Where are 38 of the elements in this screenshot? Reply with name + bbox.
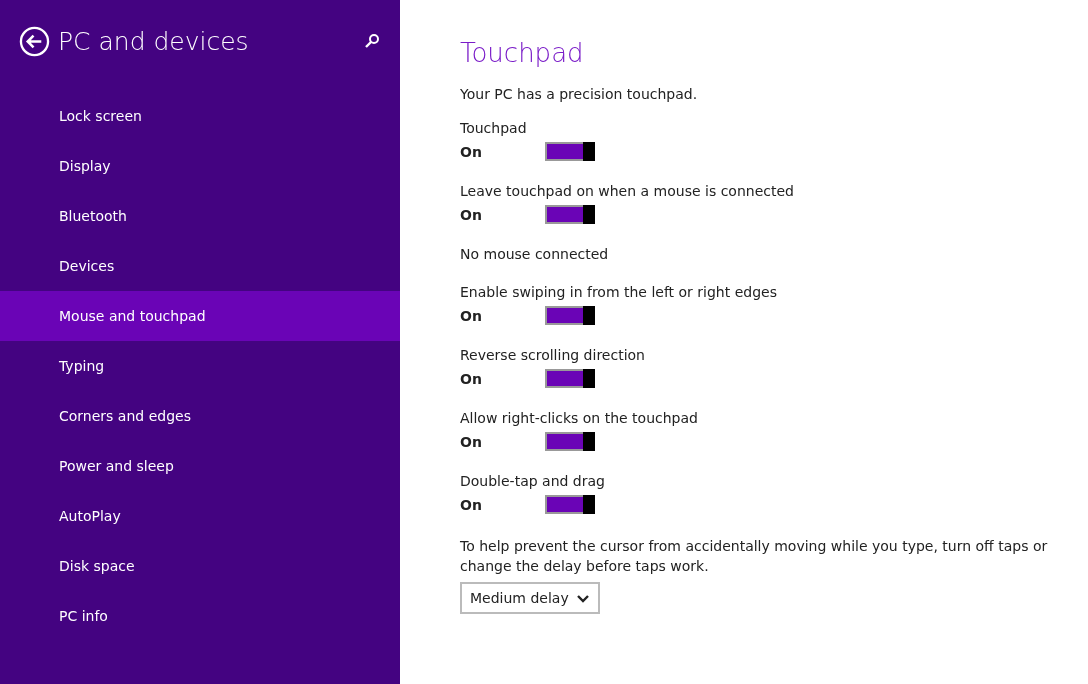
toggle-state: On	[460, 206, 483, 223]
sidebar-item[interactable]: Corners and edges	[0, 391, 400, 441]
setting-label: Enable swiping in from the left or right edges	[460, 284, 778, 300]
toggle-switch[interactable]	[545, 306, 595, 325]
back-icon[interactable]	[19, 25, 50, 57]
status-text: No mouse connected	[460, 246, 610, 262]
setting-label: Leave touchpad on when a mouse is connected	[460, 183, 795, 199]
toggle-switch[interactable]	[545, 369, 595, 388]
sidebar-item[interactable]: Power and sleep	[0, 441, 400, 491]
sidebar-item[interactable]: Typing	[0, 341, 400, 391]
setting-label: Reverse scrolling direction	[460, 347, 646, 363]
sidebar-item[interactable]: Mouse and touchpad	[0, 291, 400, 341]
setting-label: Touchpad	[460, 120, 528, 136]
toggle-state: On	[460, 307, 483, 324]
sidebar-item[interactable]: Display	[0, 141, 400, 191]
toggle-switch[interactable]	[545, 432, 595, 451]
sidebar-item[interactable]: Disk space	[0, 541, 400, 591]
sidebar-title: PC and devices	[58, 26, 250, 56]
toggle-state: On	[460, 370, 483, 387]
sidebar-item[interactable]: Devices	[0, 241, 400, 291]
sidebar-item[interactable]: Lock screen	[0, 91, 400, 141]
sidebar-item[interactable]: Bluetooth	[0, 191, 400, 241]
intro-text: Your PC has a precision touchpad.	[460, 86, 699, 102]
setting-label: Allow right-clicks on the touchpad	[460, 410, 699, 426]
toggle-switch[interactable]	[545, 495, 595, 514]
toggle-state: On	[460, 496, 483, 513]
delay-note: To help prevent the cursor from accidentally moving while you type, turn off taps or change the delay before taps work.	[460, 537, 1049, 576]
search-icon[interactable]	[364, 33, 380, 49]
toggle-state: On	[460, 433, 483, 450]
toggle-switch[interactable]	[545, 205, 595, 224]
sidebar-item[interactable]: AutoPlay	[0, 491, 400, 541]
page-title: Touchpad	[460, 38, 585, 68]
toggle-switch[interactable]	[545, 142, 595, 161]
chevron-icon	[576, 593, 590, 603]
sidebar-item[interactable]: PC info	[0, 591, 400, 641]
setting-label: Double-tap and drag	[460, 473, 606, 489]
toggle-state: On	[460, 143, 483, 160]
delay-dropdown[interactable]: Medium delay	[460, 582, 600, 614]
